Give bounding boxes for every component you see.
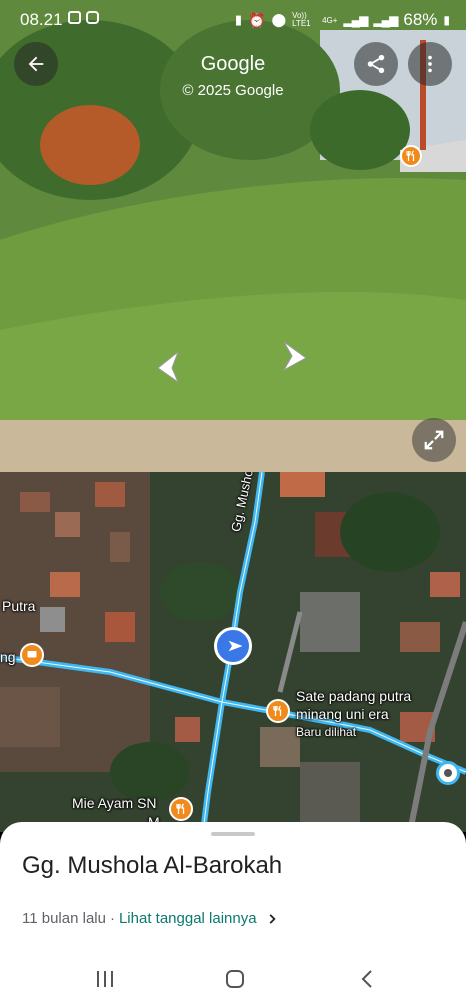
sheet-drag-handle[interactable] [211,832,255,836]
battery-icon: ▮ [443,13,450,27]
street-view-panel[interactable]: 08.21 ▮ ⏰ ⬤ Vo)) LTE1 4G+ ▂▄▆ ▂▄▆ 68% ▮ … [0,0,466,472]
map-poi-mie-ayam[interactable] [169,797,193,821]
instagram-icon [86,11,99,24]
status-time: 08.21 [20,10,63,29]
date-separator: · [109,910,115,927]
network-label: Vo)) LTE1 [292,11,311,28]
move-right-arrow-icon[interactable] [278,340,312,374]
chat-icon [27,651,37,658]
location-icon: ⬤ [271,12,287,27]
alarm-icon: ⏰ [248,11,266,28]
map-label-sate-line2: minang uni era [296,706,389,722]
street-view-restaurant-marker[interactable] [400,145,422,167]
more-vert-icon [428,55,432,73]
share-icon [367,54,385,74]
status-right: ▮ ⏰ ⬤ Vo)) LTE1 4G+ ▂▄▆ ▂▄▆ 68% ▮ [235,10,450,30]
satellite-map[interactable]: Gg. Mushola Al-Barokah Putra ng Sate pad… [0,472,466,832]
network-type: 4G+ [322,15,338,25]
current-location-marker[interactable] [214,627,252,665]
system-navigation-bar [0,960,466,1000]
capture-date-row: 11 bulan lalu · Lihat tanggal lainnya [22,910,279,927]
battery-saver-icon: ▮ [234,12,243,27]
gallery-icon [68,11,81,24]
share-button[interactable] [354,42,398,86]
map-poi-left[interactable] [20,643,44,667]
street-view-point-dot [444,769,452,777]
capture-date: 11 bulan lalu [22,910,106,927]
bottom-sheet[interactable]: Gg. Mushola Al-Barokah 11 bulan lalu · L… [0,822,466,1000]
chevron-left-icon [361,970,372,988]
recent-apps-icon [97,971,113,987]
home-icon [226,970,244,988]
status-bar: 08.21 ▮ ⏰ ⬤ Vo)) LTE1 4G+ ▂▄▆ ▂▄▆ 68% ▮ [0,0,466,38]
map-poi-sate-padang[interactable] [266,699,290,723]
more-dates-link[interactable]: Lihat tanggal lainnya [119,910,257,927]
status-notification-icons [68,11,99,24]
back-nav-button[interactable] [352,964,382,994]
map-label-recently-viewed: Baru dilihat [296,725,357,739]
place-title: Gg. Mushola Al-Barokah [22,852,283,879]
street-view-point-marker[interactable] [436,761,460,785]
restaurant-icon [273,705,282,716]
signal-icon: ▂▄▆ [343,13,368,27]
move-left-arrow-icon[interactable] [152,350,186,384]
home-button[interactable] [220,964,250,994]
chevron-right-icon[interactable] [265,912,279,926]
more-options-button[interactable] [408,42,452,86]
map-label-sate-line1: Sate padang putra [296,688,412,704]
signal-icon-2: ▂▄▆ [373,13,398,27]
map-label-ng: ng [0,649,16,665]
battery-percentage: 68% [403,10,438,29]
recent-apps-button[interactable] [90,964,120,994]
expand-button[interactable] [412,418,456,462]
street-view-copyright: © 2025 Google [182,82,284,99]
map-label-mie-ayam: Mie Ayam SN [72,795,157,811]
restaurant-icon [176,803,185,814]
navigation-arrow-icon [228,640,242,652]
map-label-putra: Putra [2,598,36,614]
fullscreen-icon [424,430,444,450]
restaurant-icon [406,150,415,161]
